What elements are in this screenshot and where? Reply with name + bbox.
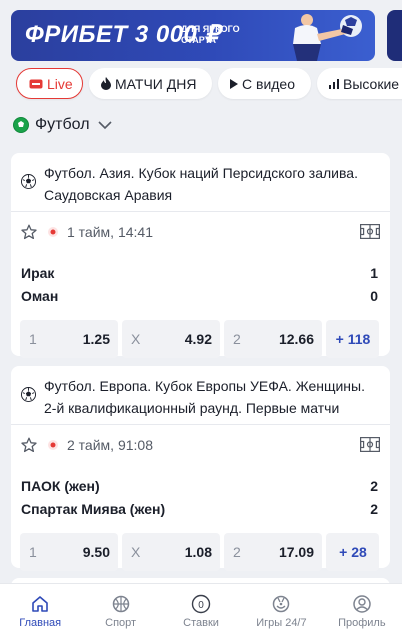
nav-games-label: Игры 24/7 [256, 617, 307, 629]
bets-icon: 0 [191, 594, 211, 614]
nav-home[interactable]: Главная [0, 584, 80, 639]
sport-selector[interactable]: Футбол [13, 116, 112, 134]
favorite-star-icon[interactable] [21, 437, 37, 453]
sport-selector-label: Футбол [35, 116, 90, 133]
promo-banner-row: ФРИБЕТ 3 000 ₽ ДЛЯ ЯРКОГО СТАРТА [11, 10, 402, 62]
football-icon [13, 117, 29, 133]
event-header: Футбол. Европа. Кубок Европы УЕФА. Женщи… [11, 366, 390, 424]
dice-icon [273, 595, 290, 613]
odd-label: 2 [233, 331, 241, 347]
odd-value: 17.09 [278, 544, 314, 560]
odd-label: 1 [29, 544, 37, 560]
footballer-illustration [293, 14, 362, 61]
more-markets-button[interactable]: + 28 [326, 533, 379, 571]
field-stats-icon[interactable] [360, 224, 380, 239]
favorite-star-icon[interactable] [21, 224, 37, 240]
chip-with-video[interactable]: С видео [218, 68, 311, 99]
live-indicator-icon [48, 227, 58, 237]
live-icon [29, 79, 43, 89]
home-icon [32, 596, 49, 612]
next-banner-peek[interactable] [387, 10, 402, 61]
profile-icon [353, 595, 371, 613]
flame-icon [101, 77, 111, 90]
event-status: 2 тайм, 91:08 [67, 437, 153, 453]
odd-value: 12.66 [278, 331, 314, 347]
event-league-title: Футбол. Азия. Кубок наций Персидского за… [44, 165, 358, 203]
field-stats-icon[interactable] [360, 437, 380, 452]
event-card[interactable]: Футбол. Европа. Кубок Европы УЕФА. Женщи… [11, 366, 390, 571]
chip-matches-of-day[interactable]: МАТЧИ ДНЯ [89, 68, 212, 99]
odd-label: X [131, 331, 141, 347]
nav-home-label: Главная [19, 617, 62, 629]
team-row-away: Спартак Миява (жен) 2 [11, 497, 390, 520]
chip-matches-of-day-label: МАТЧИ ДНЯ [115, 75, 197, 92]
filter-chips: Live МАТЧИ ДНЯ С видео Высокие [16, 68, 402, 99]
team-name-home: Ирак [21, 264, 55, 281]
odd-value: 1.25 [82, 331, 110, 347]
bars-icon [329, 78, 339, 89]
event-meta: 1 тайм, 14:41 [11, 212, 390, 252]
event-league-title: Футбол. Европа. Кубок Европы УЕФА. Женщи… [44, 378, 365, 416]
chip-high[interactable]: Высокие [317, 68, 402, 99]
soccer-ball-icon [21, 387, 36, 402]
nav-profile-label: Профиль [338, 617, 386, 629]
odd-label: 2 [233, 544, 241, 560]
odd-away-win[interactable]: 2 17.09 [224, 533, 322, 571]
event-meta: 2 тайм, 91:08 [11, 425, 390, 465]
odd-label: X [131, 544, 141, 560]
team-name-home: ПАОК (жен) [21, 477, 100, 494]
team-row-home: Ирак 1 [11, 261, 390, 284]
nav-bets[interactable]: 0 Ставки [161, 584, 241, 639]
nav-sport-label: Спорт [105, 617, 137, 629]
chip-high-label: Высокие [343, 75, 400, 92]
ball-icon [112, 595, 129, 613]
odd-away-win[interactable]: 2 12.66 [224, 320, 322, 358]
odd-home-win[interactable]: 1 9.50 [20, 533, 118, 571]
team-row-away: Оман 0 [11, 284, 390, 307]
team-name-away: Спартак Миява (жен) [21, 500, 166, 517]
score-away: 0 [370, 287, 378, 304]
odd-value: 4.92 [184, 331, 212, 347]
team-row-home: ПАОК (жен) 2 [11, 474, 390, 497]
event-card[interactable]: Футбол. Азия. Кубок наций Персидского за… [11, 153, 390, 358]
odd-home-win[interactable]: 1 1.25 [20, 320, 118, 358]
nav-bets-label: Ставки [183, 617, 219, 629]
chip-live[interactable]: Live [16, 68, 83, 99]
nav-profile[interactable]: Профиль [322, 584, 402, 639]
team-name-away: Оман [21, 287, 59, 304]
nav-games[interactable]: Игры 24/7 [241, 584, 321, 639]
odds-row: 1 9.50 X 1.08 2 17.09 + 28 [11, 533, 390, 571]
chip-live-label: Live [47, 75, 73, 92]
event-status: 1 тайм, 14:41 [67, 224, 153, 240]
promo-banner-subtitle: ДЛЯ ЯРКОГО СТАРТА [181, 24, 240, 45]
event-header: Футбол. Азия. Кубок наций Персидского за… [11, 153, 390, 211]
more-markets-button[interactable]: + 118 [326, 320, 379, 358]
score-home: 2 [370, 477, 378, 494]
odd-value: 9.50 [82, 544, 110, 560]
soccer-ball-icon [21, 174, 36, 189]
live-indicator-icon [48, 440, 58, 450]
odd-draw[interactable]: X 1.08 [122, 533, 220, 571]
bets-count-badge: 0 [198, 600, 204, 611]
play-icon [230, 78, 238, 89]
odds-row: 1 1.25 X 4.92 2 12.66 + 118 [11, 320, 390, 358]
nav-sport[interactable]: Спорт [80, 584, 160, 639]
score-home: 1 [370, 264, 378, 281]
promo-banner[interactable]: ФРИБЕТ 3 000 ₽ ДЛЯ ЯРКОГО СТАРТА [11, 10, 375, 61]
chip-with-video-label: С видео [242, 75, 295, 92]
odd-label: 1 [29, 331, 37, 347]
bottom-navigation: Главная Спорт 0 Ставки Игры 24/7 Профиль [0, 583, 402, 639]
chevron-down-icon [97, 121, 112, 130]
score-away: 2 [370, 500, 378, 517]
odd-draw[interactable]: X 4.92 [122, 320, 220, 358]
odd-value: 1.08 [184, 544, 212, 560]
